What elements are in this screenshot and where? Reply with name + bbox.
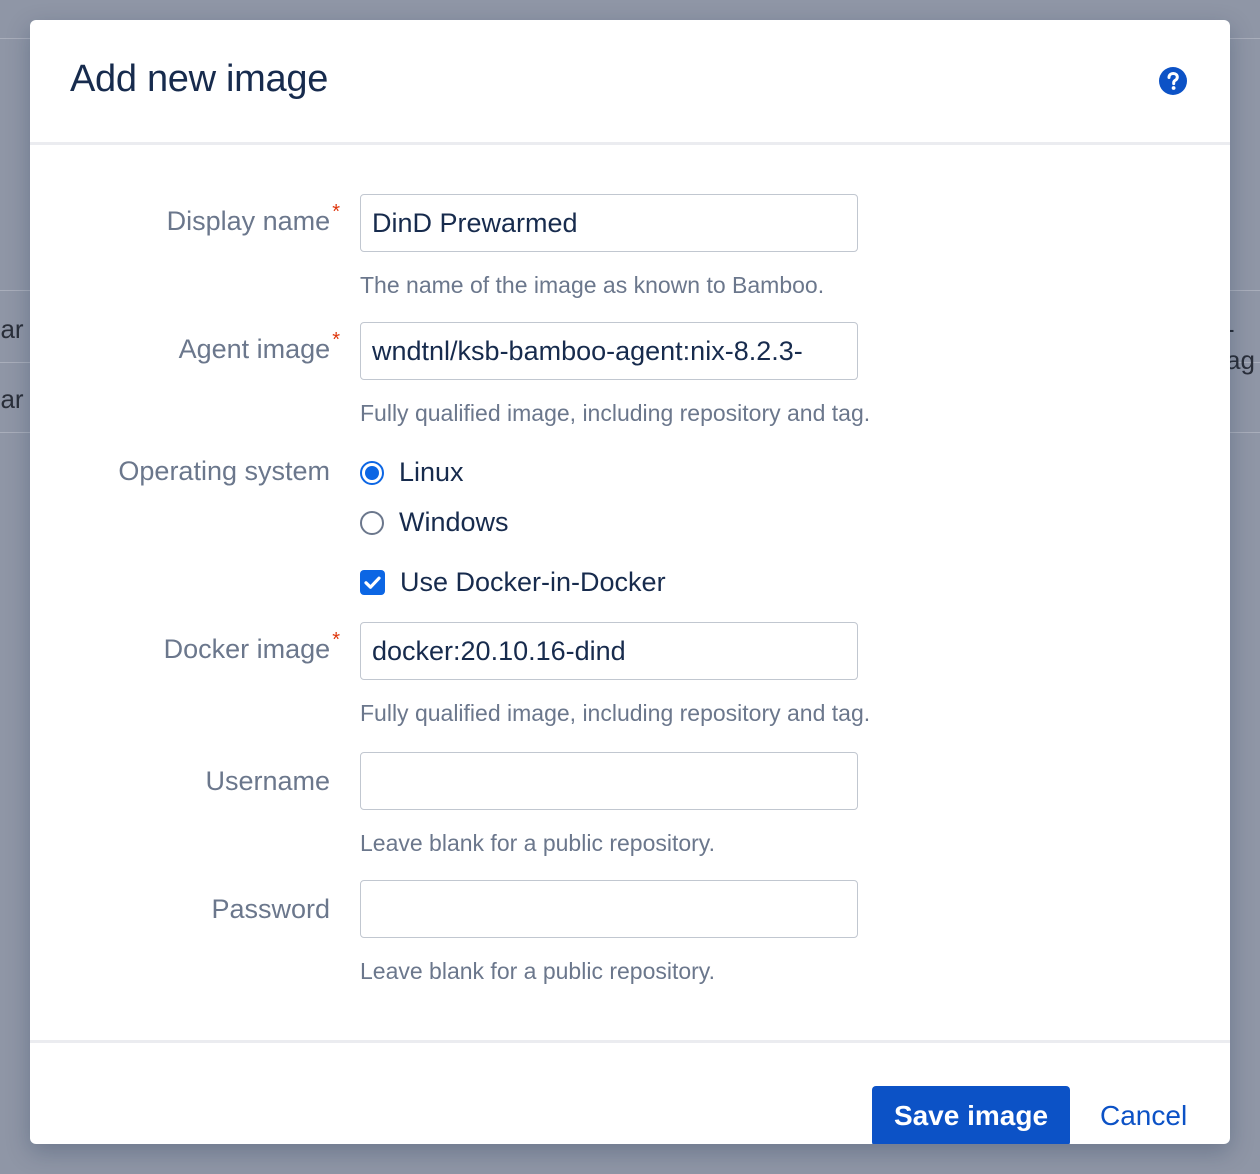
background-cell-text: -ag (1226, 314, 1255, 375)
os-option-windows-label: Windows (399, 507, 509, 537)
radio-checked-icon[interactable] (360, 460, 384, 485)
checkbox-checked-icon[interactable] (360, 570, 385, 595)
password-input[interactable] (360, 880, 858, 938)
display-name-input[interactable] (360, 194, 858, 252)
agent-image-input[interactable] (360, 322, 858, 380)
docker-image-description: Fully qualified image, including reposit… (360, 700, 871, 726)
required-marker: * (332, 629, 340, 651)
display-name-label-text: Display name (166, 206, 331, 236)
dialog-title: Add new image (70, 58, 329, 100)
save-image-button[interactable]: Save image (872, 1086, 1070, 1144)
background-cell-text: oar (0, 314, 24, 344)
cancel-button[interactable]: Cancel (1094, 1086, 1193, 1144)
docker-image-label-text: Docker image (163, 634, 331, 664)
docker-image-input[interactable] (360, 622, 858, 680)
docker-in-docker-checkbox-row[interactable]: Use Docker-in-Docker (360, 567, 666, 598)
username-input[interactable] (360, 752, 858, 810)
required-marker: * (332, 329, 340, 351)
display-name-description: The name of the image as known to Bamboo… (360, 272, 825, 298)
os-option-linux[interactable]: Linux (360, 457, 464, 488)
docker-in-docker-label: Use Docker-in-Docker (400, 567, 666, 597)
add-image-dialog: Add new image Display name* The name of … (30, 20, 1230, 1144)
agent-image-label: Agent image * (178, 329, 340, 365)
dialog-footer: Save image Cancel (30, 1040, 1230, 1144)
username-label: Username (205, 766, 330, 796)
agent-image-description: Fully qualified image, including reposit… (360, 400, 871, 426)
background-cell-text: oar (0, 384, 24, 414)
question-circle-icon[interactable] (1158, 66, 1188, 96)
checkmark-icon (364, 576, 381, 589)
operating-system-label: Operating system (118, 456, 330, 486)
os-option-linux-label: Linux (399, 457, 464, 487)
username-description: Leave blank for a public repository. (360, 830, 715, 856)
password-label: Password (211, 894, 330, 924)
radio-unchecked-icon[interactable] (360, 510, 384, 535)
required-marker: * (332, 201, 340, 223)
dialog-header: Add new image (30, 20, 1230, 145)
os-option-windows[interactable]: Windows (360, 507, 509, 538)
docker-image-label: Docker image * (163, 629, 340, 665)
password-description: Leave blank for a public repository. (360, 958, 715, 984)
agent-image-label-text: Agent image (178, 334, 331, 364)
display-name-label: Display name * (166, 201, 340, 237)
